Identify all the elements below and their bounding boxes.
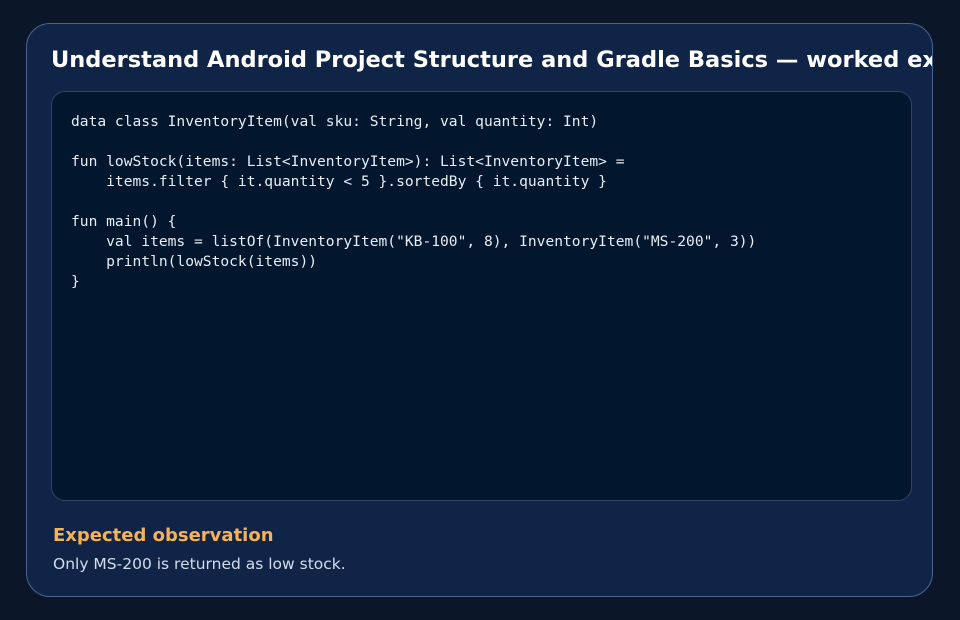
observation-heading: Expected observation [53,525,274,546]
example-card: Understand Android Project Structure and… [26,23,933,597]
observation-text: Only MS-200 is returned as low stock. [53,555,346,573]
code-block: data class InventoryItem(val sku: String… [71,113,757,290]
page-title: Understand Android Project Structure and… [51,47,933,73]
code-panel: data class InventoryItem(val sku: String… [51,91,912,501]
